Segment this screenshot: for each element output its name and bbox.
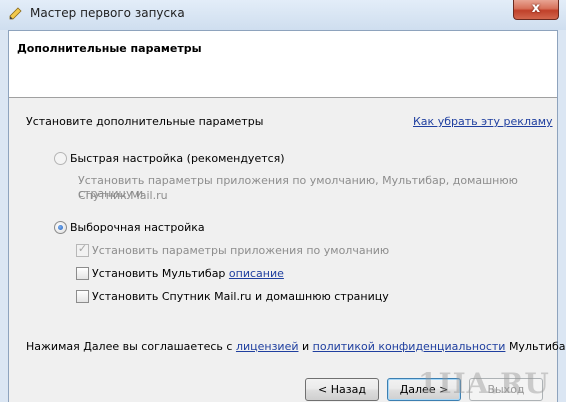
quick-setup-label[interactable]: Быстрая настройка (рекомендуется) [70,152,285,165]
wizard-client-area: Дополнительные параметры Установите допо… [8,30,566,402]
remove-ad-link[interactable]: Как убрать эту рекламу [413,115,553,128]
multibar-description-link[interactable]: описание [229,267,284,280]
multibar-label[interactable]: Установить Мультибар [92,267,225,280]
wizard-header: Дополнительные параметры [9,31,557,98]
sputnik-checkbox[interactable] [76,290,89,303]
multibar-checkbox[interactable] [76,267,89,280]
quick-setup-radio[interactable] [54,152,67,165]
close-icon: x [531,1,541,16]
default-params-label: Установить параметры приложения по умолч… [92,244,390,257]
window-title: Мастер первого запуска [30,6,185,20]
agreement-text: Нажимая Далее вы соглашаетесь с лицензие… [26,340,566,353]
quick-setup-description-2: Спутник Mail.ru [78,189,168,202]
privacy-policy-link[interactable]: политикой конфиденциальности [313,340,506,353]
pencil-icon [7,6,23,22]
sputnik-label[interactable]: Установить Спутник Mail.ru и домашнюю ст… [92,290,389,303]
custom-setup-radio[interactable] [54,221,67,234]
multibar-label-group: Установить Мультибар описание [92,267,284,280]
wizard-window: Мастер первого запуска x Дополнительные … [0,0,566,402]
license-link[interactable]: лицензией [236,340,299,353]
page-title: Дополнительные параметры [17,42,202,55]
default-params-checkbox[interactable]: ✓ [76,242,89,257]
agreement-suffix: Мультибар [508,340,566,353]
checkmark-icon: ✓ [77,242,88,255]
watermark: 1IIA.RU [418,367,550,400]
custom-setup-label[interactable]: Выборочная настройка [70,221,205,234]
title-bar[interactable]: Мастер первого запуска x [0,0,566,30]
back-button[interactable]: < Назад [305,378,379,401]
agreement-and: и [302,340,310,353]
agreement-prefix: Нажимая Далее вы соглашаетесь с [26,340,233,353]
intro-text: Установите дополнительные параметры [26,115,264,128]
close-button[interactable]: x [513,0,559,20]
